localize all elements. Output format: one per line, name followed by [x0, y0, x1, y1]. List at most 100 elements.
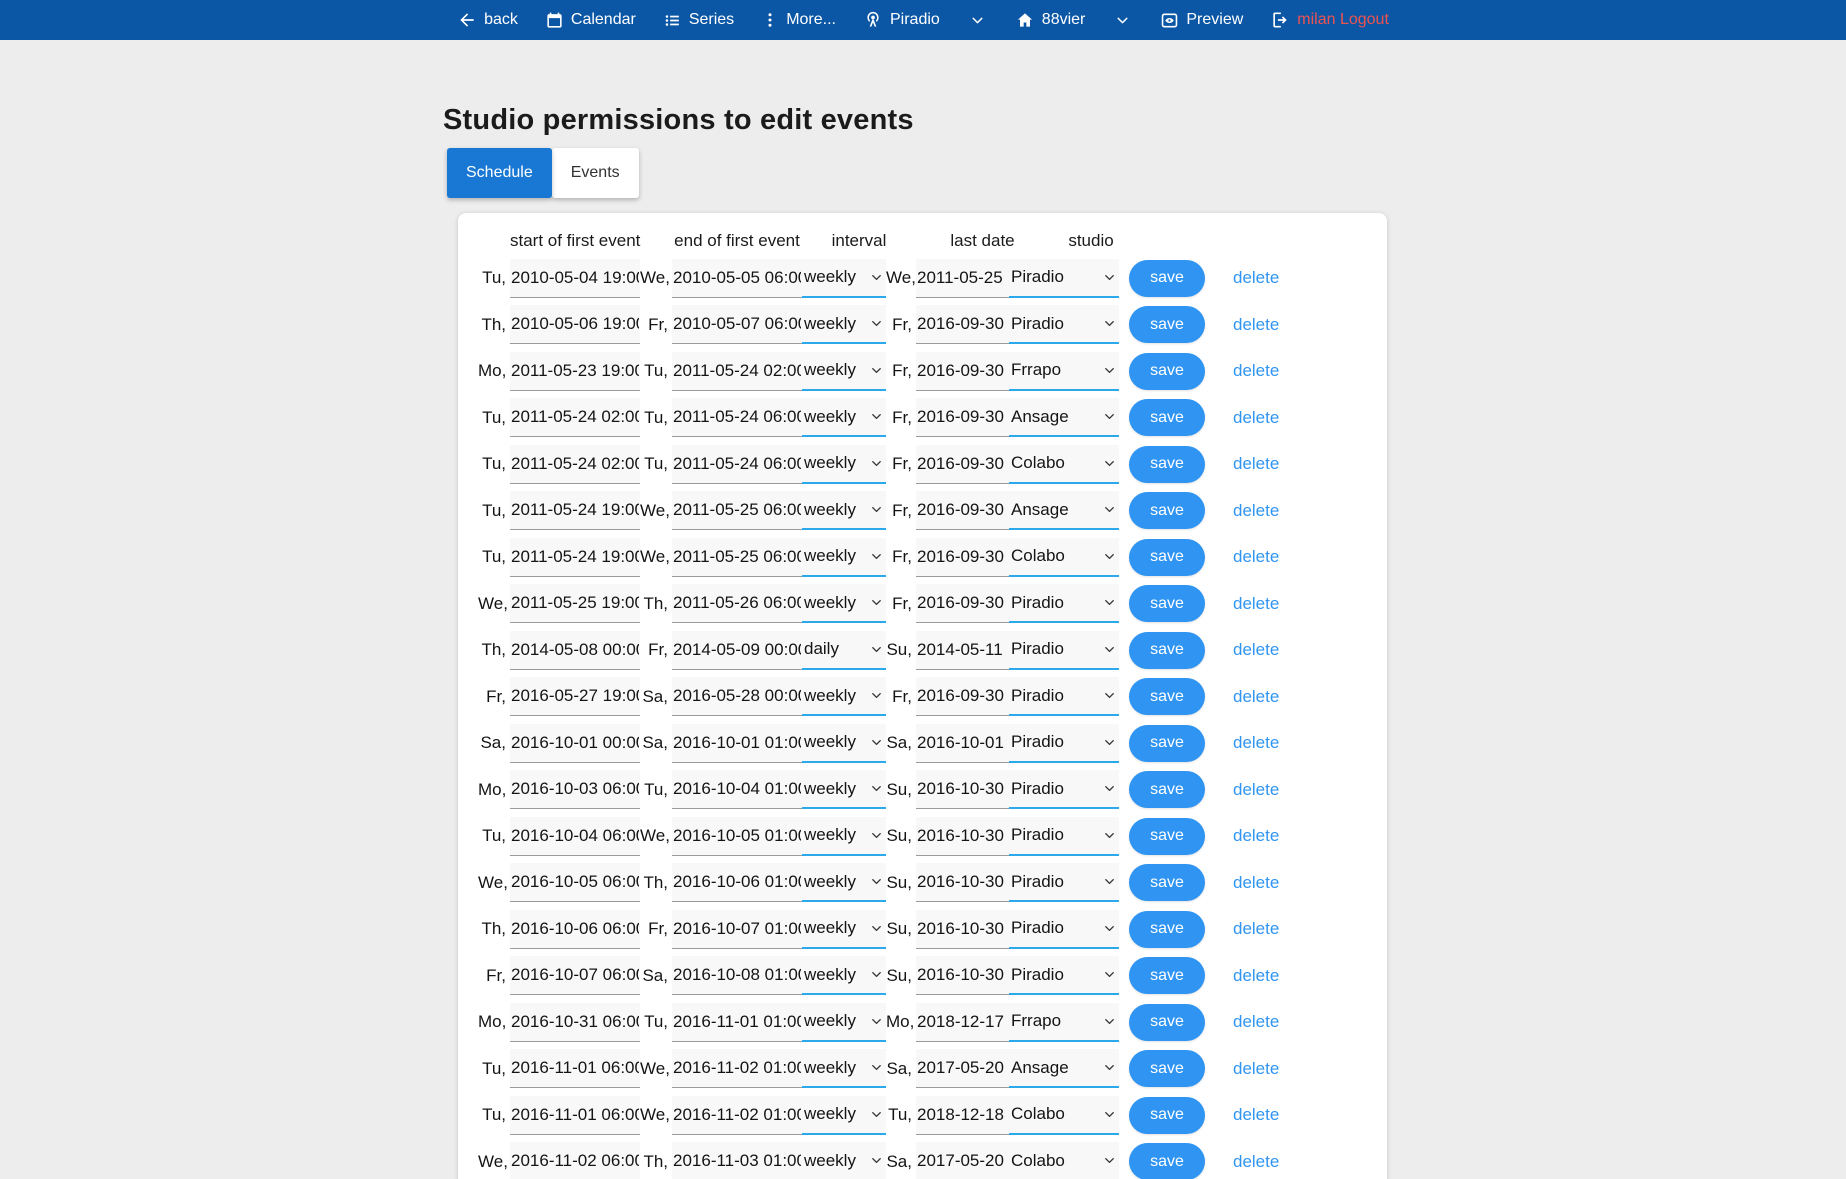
end-datetime-input[interactable] — [672, 910, 802, 949]
interval-select[interactable]: weekly — [802, 724, 886, 763]
interval-select[interactable]: weekly — [802, 259, 886, 298]
studio-select[interactable]: Piradio — [1009, 631, 1119, 670]
interval-select[interactable]: weekly — [802, 817, 886, 856]
nav-piradio[interactable]: Piradio — [863, 10, 940, 30]
delete-link[interactable]: delete — [1233, 966, 1279, 986]
start-datetime-input[interactable] — [510, 770, 640, 809]
nav-back[interactable]: back — [457, 10, 518, 30]
end-datetime-input[interactable] — [672, 305, 802, 344]
last-date-input[interactable] — [916, 445, 1009, 484]
interval-select[interactable]: weekly — [802, 584, 886, 623]
studio-select[interactable]: Piradio — [1009, 817, 1119, 856]
studio-select[interactable]: Frrapo — [1009, 352, 1119, 391]
start-datetime-input[interactable] — [510, 491, 640, 530]
start-datetime-input[interactable] — [510, 1142, 640, 1179]
last-date-input[interactable] — [916, 1049, 1009, 1088]
studio-select[interactable]: Piradio — [1009, 863, 1119, 902]
save-button[interactable]: save — [1129, 864, 1205, 901]
piradio-chevron-down-icon[interactable] — [969, 12, 986, 29]
interval-select[interactable]: weekly — [802, 445, 886, 484]
save-button[interactable]: save — [1129, 1097, 1205, 1134]
last-date-input[interactable] — [916, 398, 1009, 437]
save-button[interactable]: save — [1129, 585, 1205, 622]
start-datetime-input[interactable] — [510, 352, 640, 391]
last-date-input[interactable] — [916, 817, 1009, 856]
nav-preview[interactable]: Preview — [1160, 11, 1243, 30]
delete-link[interactable]: delete — [1233, 780, 1279, 800]
interval-select[interactable]: weekly — [802, 491, 886, 530]
delete-link[interactable]: delete — [1233, 501, 1279, 521]
studio-select[interactable]: Ansage — [1009, 1049, 1119, 1088]
interval-select[interactable]: weekly — [802, 1096, 886, 1135]
last-date-input[interactable] — [916, 863, 1009, 902]
studio-select[interactable]: Piradio — [1009, 770, 1119, 809]
studio-select[interactable]: Piradio — [1009, 910, 1119, 949]
end-datetime-input[interactable] — [672, 631, 802, 670]
delete-link[interactable]: delete — [1233, 408, 1279, 428]
studio-select[interactable]: Piradio — [1009, 584, 1119, 623]
studio-select[interactable]: Piradio — [1009, 259, 1119, 298]
delete-link[interactable]: delete — [1233, 594, 1279, 614]
last-date-input[interactable] — [916, 770, 1009, 809]
interval-select[interactable]: weekly — [802, 398, 886, 437]
delete-link[interactable]: delete — [1233, 733, 1279, 753]
end-datetime-input[interactable] — [672, 956, 802, 995]
end-datetime-input[interactable] — [672, 1142, 802, 1179]
studio-select[interactable]: Piradio — [1009, 305, 1119, 344]
delete-link[interactable]: delete — [1233, 454, 1279, 474]
studio-select[interactable]: Colabo — [1009, 538, 1119, 577]
last-date-input[interactable] — [916, 956, 1009, 995]
end-datetime-input[interactable] — [672, 817, 802, 856]
studio-select[interactable]: Ansage — [1009, 491, 1119, 530]
interval-select[interactable]: weekly — [802, 677, 886, 716]
delete-link[interactable]: delete — [1233, 1012, 1279, 1032]
last-date-input[interactable] — [916, 677, 1009, 716]
save-button[interactable]: save — [1129, 771, 1205, 808]
delete-link[interactable]: delete — [1233, 1152, 1279, 1172]
last-date-input[interactable] — [916, 538, 1009, 577]
end-datetime-input[interactable] — [672, 1003, 802, 1042]
start-datetime-input[interactable] — [510, 1003, 640, 1042]
end-datetime-input[interactable] — [672, 584, 802, 623]
start-datetime-input[interactable] — [510, 584, 640, 623]
interval-select[interactable]: weekly — [802, 863, 886, 902]
save-button[interactable]: save — [1129, 306, 1205, 343]
start-datetime-input[interactable] — [510, 910, 640, 949]
tab-events[interactable]: Events — [552, 148, 639, 198]
start-datetime-input[interactable] — [510, 724, 640, 763]
end-datetime-input[interactable] — [672, 677, 802, 716]
studio-select[interactable]: Colabo — [1009, 1096, 1119, 1135]
start-datetime-input[interactable] — [510, 817, 640, 856]
save-button[interactable]: save — [1129, 353, 1205, 390]
end-datetime-input[interactable] — [672, 1096, 802, 1135]
nav-more[interactable]: More... — [761, 11, 836, 29]
end-datetime-input[interactable] — [672, 398, 802, 437]
interval-select[interactable]: weekly — [802, 1049, 886, 1088]
delete-link[interactable]: delete — [1233, 873, 1279, 893]
start-datetime-input[interactable] — [510, 1049, 640, 1088]
interval-select[interactable]: weekly — [802, 1003, 886, 1042]
start-datetime-input[interactable] — [510, 398, 640, 437]
interval-select[interactable]: weekly — [802, 1142, 886, 1179]
end-datetime-input[interactable] — [672, 1049, 802, 1088]
start-datetime-input[interactable] — [510, 305, 640, 344]
save-button[interactable]: save — [1129, 678, 1205, 715]
delete-link[interactable]: delete — [1233, 687, 1279, 707]
save-button[interactable]: save — [1129, 911, 1205, 948]
last-date-input[interactable] — [916, 584, 1009, 623]
last-date-input[interactable] — [916, 491, 1009, 530]
delete-link[interactable]: delete — [1233, 826, 1279, 846]
last-date-input[interactable] — [916, 724, 1009, 763]
save-button[interactable]: save — [1129, 818, 1205, 855]
interval-select[interactable]: weekly — [802, 770, 886, 809]
nav-series[interactable]: Series — [663, 11, 734, 30]
save-button[interactable]: save — [1129, 1004, 1205, 1041]
studio-select[interactable]: Piradio — [1009, 677, 1119, 716]
studio-select[interactable]: Piradio — [1009, 956, 1119, 995]
interval-select[interactable]: weekly — [802, 538, 886, 577]
save-button[interactable]: save — [1129, 446, 1205, 483]
save-button[interactable]: save — [1129, 539, 1205, 576]
delete-link[interactable]: delete — [1233, 268, 1279, 288]
tab-schedule[interactable]: Schedule — [447, 148, 552, 198]
delete-link[interactable]: delete — [1233, 1059, 1279, 1079]
